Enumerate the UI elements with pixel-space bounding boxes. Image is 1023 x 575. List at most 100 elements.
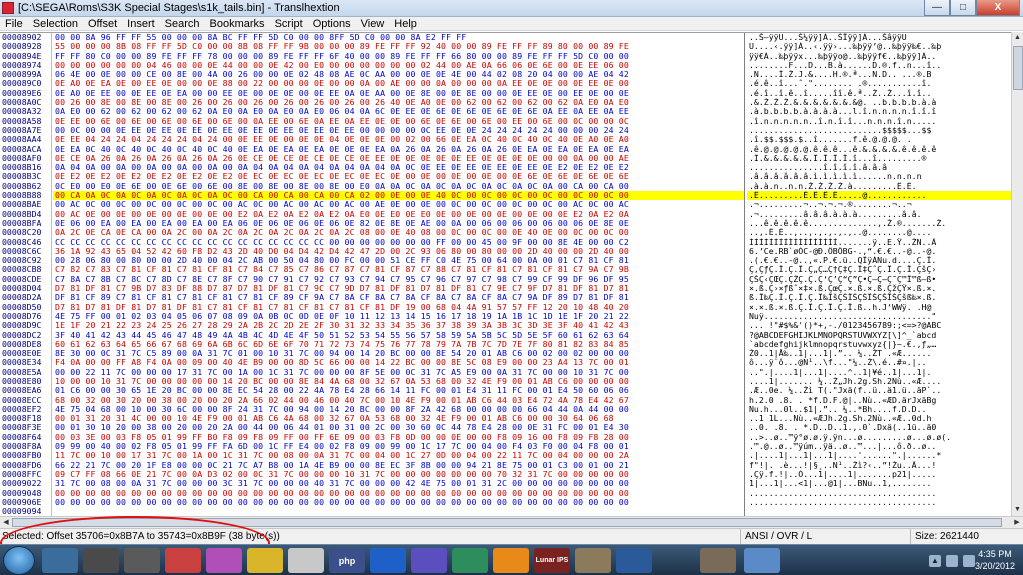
gba-taskbar-icon[interactable] — [411, 548, 447, 573]
hex-row[interactable]: 0A E0 00 62 00 62 00 62 00 62 0A E0 0A E… — [53, 107, 744, 116]
ascii-row[interactable]: .î.n.n.n.n.n..î.n.î.î...n.n.n.î.n..... — [747, 117, 1011, 126]
ascii-row[interactable]: Nuÿ.................................." — [747, 312, 1011, 321]
ascii-row[interactable]: ß.Ï‰Ç.Ï.Ç.Ï.Ç.Ï‰ÏšÇŠÏŠÇŠÏŠÇŠÏŠÇšß‰×.ß. — [747, 293, 1011, 302]
hex-row[interactable]: 00 AC 0E 00 0E 00 0E 00 0E 00 0E 00 E2 0… — [53, 210, 744, 219]
hex-row[interactable]: 09 99 00 40 00 02 F8 05 01 99 FF FA 6D 0… — [53, 442, 744, 451]
ascii-row[interactable]: ...................................... — [747, 489, 1011, 498]
ascii-row[interactable]: ...................................... — [747, 498, 1011, 507]
hex-row[interactable]: D7 81 D7 81 DF 81 D7 81 DF 81 C7 81 CF 8… — [53, 303, 744, 312]
hex-row[interactable]: 00 0C 00 00 0E EE 0E EE 0E EE 0E EE 0E E… — [53, 126, 744, 135]
ascii-row[interactable]: .Æ..0e. ¼..Žì T(."Jxä(f..ü..ä1.ü..äP`.. — [747, 386, 1011, 395]
hex-row[interactable]: D7 81 DF 81 C7 9B D7 83 DF 88 D7 87 D7 8… — [53, 284, 744, 293]
hex-row[interactable]: 00 00 00 00 00 00 00 00 00 00 00 00 00 0… — [53, 498, 744, 507]
minimize-button[interactable]: — — [924, 0, 950, 16]
ascii-row[interactable]: .™.@..ø..™ÿúm..ÿä..ø..™...|...ô.ð..ø.. — [747, 442, 1011, 451]
hex-row[interactable]: 00 01 30 10 20 00 38 00 20 00 20 2A 00 4… — [53, 423, 744, 432]
paint-taskbar-icon[interactable] — [288, 548, 324, 573]
ascii-row[interactable]: ×.×.ß.×.ß.Ç.Ï.Ç.Ï.Ç.Ï.ß..h.J‘WWÿ. .H@ — [747, 303, 1011, 312]
hex-row[interactable]: 0E A0 0E EA 0E 00 EE 0E 00 00 0E 88 00 2… — [53, 79, 744, 88]
ascii-row[interactable]: .&.Ž.Ž.Ž.&.&.&.&.&.&.&@. ..b.b.b.b.à.à — [747, 98, 1011, 107]
ascii-row[interactable]: f"!|. .è...!|§¸..N¹..Žì?‹..”!Žu..Ã...! — [747, 461, 1011, 470]
hex-row[interactable]: 00 00 22 11 7C 00 00 00 17 31 7C 00 1A 0… — [53, 368, 744, 377]
ascii-row[interactable]: ....1|....... ¼..Ž„Jh.2g.Sh.2Nù..«Æ.... — [747, 377, 1011, 386]
portrait-taskbar-icon[interactable] — [700, 548, 736, 573]
ascii-row[interactable]: .î.$$.$$$.$..î.......f.ê.@.@.@. . — [747, 135, 1011, 144]
ascii-row[interactable]: ...ê.ê.ê.ê.ê..............‚.Ž.®.......Ž. — [747, 219, 1011, 228]
hex-row[interactable]: 00 28 06 80 00 80 00 00 2D 40 00 04 2C A… — [53, 256, 744, 265]
close-button[interactable]: X — [976, 0, 1020, 16]
scroll-up-arrow-icon[interactable]: ▲ — [1012, 32, 1023, 44]
ascii-row[interactable]: ...........................$$$$$...$$ — [747, 126, 1011, 135]
menu-script[interactable]: Script — [270, 17, 308, 31]
ascii-row[interactable]: .â.â.â.â.â.â.ì.ì.ì.ì.ì......n.n.n.n — [747, 172, 1011, 181]
ascii-row[interactable]: ?@ABCDEFGHIJKLMNOPQRSTUVWXYZ[\]^_`abcd — [747, 331, 1011, 340]
menu-options[interactable]: Options — [308, 17, 356, 31]
ascii-row[interactable]: ..0. .8. . *.D..D..1.,.0`.Dxä(..1ü..ä0 — [747, 423, 1011, 432]
ascii-row[interactable]: ........F...D...B.à......D.®.f..n...î.. — [747, 61, 1011, 70]
ascii-row[interactable]: ÿÿ€À..‰þÿÿx...‰þÿÿo@..‰þÿÿf€..‰þÿÿ]À.. — [747, 52, 1011, 61]
hex-row[interactable]: 0E EE 04 24 24 04 24 24 24 04 24 00 0E E… — [53, 135, 744, 144]
ascii-row[interactable]: .é.î..î.ê..î.....îî.ê.ª..Ž..Ž...î.î.. — [747, 89, 1011, 98]
ascii-row[interactable]: ..Š–ÿÿU...Š¼ÿÿ]À..ŠÏÿÿ]À...ŠâÿÿU — [747, 33, 1011, 42]
php-taskbar-icon[interactable]: php — [329, 548, 365, 573]
hex-row[interactable]: 00 00 00 00 00 00 00 00 00 00 00 00 00 0… — [53, 489, 744, 498]
ascii-row[interactable]: h.2.0 .8. . *f.D.F.@|..Nù..«ÆD.ärJxäBg — [747, 396, 1011, 405]
ascii-row[interactable]: ..,.Ê.Ê..,..,.,.,.,.,..@........@.... — [747, 228, 1011, 237]
menu-view[interactable]: View — [356, 17, 390, 31]
menu-selection[interactable]: Selection — [28, 17, 83, 31]
hex-row[interactable]: 00 03 3E 00 03 F8 05 01 99 FF B0 F8 09 F… — [53, 433, 744, 442]
horizontal-scroll-thumb[interactable] — [12, 518, 1002, 527]
ascii-row[interactable]: .à.à.n..n.n.Ž.Ž.Ž.Ž.à.........Ê.Ê. — [747, 182, 1011, 191]
ascii-row[interactable]: Nu.h...0l..$1|.”.. ¼..*Bh....f.D.D.. — [747, 405, 1011, 414]
hex-row[interactable]: 00 00 00 00 00 00 04 46 00 00 0E 44 00 0… — [53, 61, 744, 70]
hex-column[interactable]: 00 00 8A 96 FF FF 55 00 00 00 8A BC FF F… — [53, 33, 745, 517]
hex-row[interactable]: C7 8A C7 8B C7 8C C7 8D C7 8E C7 8F C7 9… — [53, 275, 744, 284]
hex-row[interactable]: 00 CA 0A 0C 0A 0C 0A 0C 0A 0C 0A 0C 00 C… — [53, 191, 744, 201]
hex-row[interactable]: 01 C6 00 00 30 65 1E 20 BC 00 00 8E EC 5… — [53, 386, 744, 395]
chip-taskbar-icon[interactable] — [83, 548, 119, 573]
hex-row[interactable]: 55 00 00 00 8B 08 FF FF 5D C0 00 00 8B 0… — [53, 42, 744, 51]
tray-up-arrow-icon[interactable]: ▲ — [929, 555, 941, 567]
hex-row[interactable]: 00 AC 0C 00 0C 00 0C 00 0C 00 0C 00 AC 0… — [53, 200, 744, 209]
gimp-taskbar-icon[interactable] — [575, 548, 611, 573]
gear-taskbar-icon[interactable] — [493, 548, 529, 573]
ascii-row[interactable]: .¬.........¬..¬.¬.¬.®........¬..¬ — [747, 200, 1011, 209]
ascii-row[interactable]: .Çÿ.f.!|..Ó...1|....1|.......p21|..... — [747, 470, 1011, 479]
ascii-row[interactable]: .Ê.........Ê.Ê.Ê.Ê.....@............ — [747, 191, 1011, 201]
hex-row[interactable]: 0C E0 00 E0 0E 6E 00 0E 6E 00 6E 00 8E 0… — [53, 182, 744, 191]
maximize-button[interactable]: □ — [950, 0, 976, 16]
hex-row[interactable]: 0E EE 00 6E 00 6E 00 6E 00 6E 00 6E 00 0… — [53, 117, 744, 126]
hex-row[interactable]: 00 00 8A 96 FF FF 55 00 00 00 8A BC FF F… — [53, 33, 744, 42]
ascii-row[interactable]: ..1 1L...Nù..«ÆJh.2g.Sh.2Nù..«Æ..0d.h — [747, 414, 1011, 423]
menu-search[interactable]: Search — [160, 17, 205, 31]
ascii-column[interactable]: ..Š–ÿÿU...Š¼ÿÿ]À..ŠÏÿÿ]À...ŠâÿÿU U....‹.ÿ… — [747, 33, 1011, 517]
ascii-row[interactable]: .N....Î.Ž.J.&....H.®.ª...N.D.. ...®.B — [747, 70, 1011, 79]
ascii-row[interactable]: ... !"#$%&'()*+,-./0123456789:;<=>?@ABC — [747, 321, 1011, 330]
hex-row[interactable]: CC CC CC CC CC CC CC CC CC CC CC CC CC C… — [53, 238, 744, 247]
menu-file[interactable]: File — [0, 17, 28, 31]
hex-row[interactable]: 0E CE 0A 26 0A 26 0A 26 0A 26 0A 26 0E C… — [53, 154, 744, 163]
ascii-row[interactable]: U....‹.ÿÿ]À..‹.ÿÿ›...‰þÿÿ’@..‰þÿÿ‰€..‰þ — [747, 42, 1011, 51]
scroll-right-arrow-icon[interactable]: ▶ — [1011, 517, 1023, 528]
hex-row[interactable]: 11 7C 00 10 00 17 31 7C 00 1A 00 1C 31 7… — [53, 451, 744, 460]
ascii-row[interactable]: .¬.........â.â.â.à.à.à.........â.â. — [747, 210, 1011, 219]
hex-row[interactable]: 0E EA 0C 40 0C 40 0C 40 0C 40 0C 40 0E E… — [53, 145, 744, 154]
ascii-row[interactable]: 6.’Ce.RB`øÒC-@Ð.ÔBÔBG-.,“.€.€..-@..-@. — [747, 247, 1011, 256]
hex-row[interactable]: 66 22 21 7C 00 20 1F E8 00 00 0C 21 7C A… — [53, 461, 744, 470]
ascii-row[interactable]: Ž0..1|Å‰..1|...1|.”.. ¼..ŽT .«Æ...... — [747, 349, 1011, 358]
clock[interactable]: 4:35 PM 3/20/2012 — [973, 548, 1017, 572]
vertical-scroll-thumb[interactable] — [1013, 46, 1023, 90]
game-cart-taskbar-icon[interactable] — [165, 548, 201, 573]
ascii-row[interactable]: ÌÌÌÌÌÌÌÌÌÌÌÌÌÌÌÌÌÌ.......ÿ..E.Ÿ..ŽN..Â — [747, 238, 1011, 247]
game-maker-taskbar-icon[interactable] — [452, 548, 488, 573]
hex-row[interactable]: 8E 30 00 0C 31 7C C5 89 00 0A 31 7C 01 0… — [53, 349, 744, 358]
trend-taskbar-icon[interactable] — [616, 548, 652, 573]
browser-taskbar-icon[interactable] — [42, 548, 78, 573]
hex-row[interactable]: 00 26 00 8E 00 8E 00 8E 00 26 00 26 00 2… — [53, 98, 744, 107]
ascii-row[interactable]: ...............î.î.î.î.â.â.â — [747, 163, 1011, 172]
hex-row[interactable]: 68 00 32 00 30 20 00 38 00 20 00 20 2A 6… — [53, 396, 744, 405]
ascii-row[interactable]: Ç‚ÇƒÇ.Ï.Ç.Ï.Ç„Ç…Ç†Ç‡Ç.Ï‡ÇˆÇ.Ï.Ç.Ï.ÇšÇ› — [747, 265, 1011, 274]
hex-row[interactable]: 0E E2 0E E2 0E E2 0E E2 0E E2 0E E2 0E E… — [53, 172, 744, 181]
horizontal-scrollbar[interactable]: ◀ ▶ — [0, 516, 1023, 528]
hex-row[interactable]: 0E A0 0E EE 00 0E EE 0E EA 00 00 EE 0E 0… — [53, 89, 744, 98]
